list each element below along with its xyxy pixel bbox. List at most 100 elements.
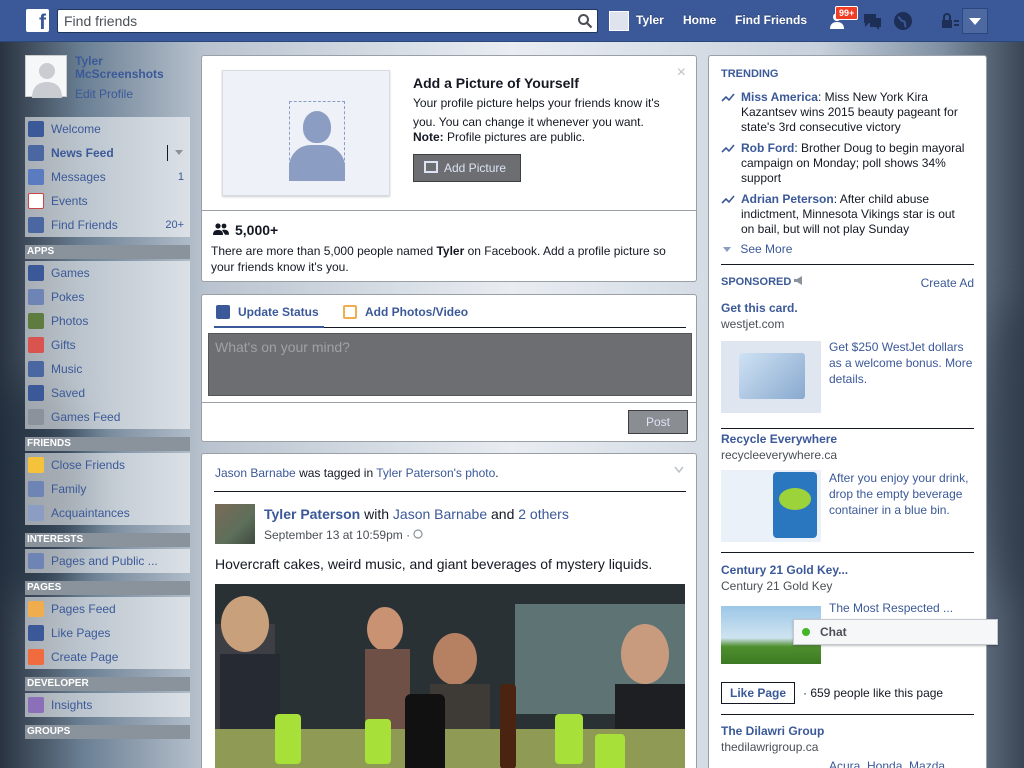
- ad-title[interactable]: Century 21 Gold Key...: [721, 563, 848, 577]
- tab-update-status[interactable]: Update Status: [216, 305, 319, 319]
- see-more-link[interactable]: See More: [723, 242, 792, 256]
- story-context: Jason Barnabe was tagged in Tyler Paters…: [215, 466, 499, 480]
- family-icon: [28, 481, 44, 497]
- photos-icon: [28, 313, 44, 329]
- author-link[interactable]: Tyler Paterson: [264, 506, 360, 522]
- active-tab-indicator: [214, 326, 324, 328]
- sidebar-item-music[interactable]: Music: [25, 357, 190, 381]
- trending-header: TRENDING: [721, 68, 779, 80]
- sidebar-item-pages-and-public[interactable]: Pages and Public ...: [25, 549, 190, 573]
- status-input[interactable]: [209, 334, 691, 395]
- sidebar-item-family[interactable]: Family: [25, 477, 190, 501]
- search-input[interactable]: [58, 10, 558, 32]
- camera-icon: [424, 161, 438, 173]
- friends-nav: Close Friends Family Acquaintances: [25, 453, 190, 525]
- timestamp-text[interactable]: September 13 at 10:59pm ·: [264, 528, 413, 542]
- sidebar-item-like-pages[interactable]: Like Pages: [25, 621, 190, 645]
- sidebar-item-photos[interactable]: Photos: [25, 309, 190, 333]
- sidebar-item-saved[interactable]: Saved: [25, 381, 190, 405]
- chevron-down-icon[interactable]: [674, 466, 684, 474]
- ad-text[interactable]: After you enjoy your drink, drop the emp…: [829, 470, 979, 518]
- acquaintances-icon: [28, 505, 44, 521]
- trending-item[interactable]: Miss America: Miss New York Kira Kazants…: [721, 90, 971, 135]
- add-picture-title: Add a Picture of Yourself: [413, 75, 579, 91]
- trending-topic[interactable]: Adrian Peterson: [741, 192, 834, 206]
- account-settings-button[interactable]: [962, 8, 988, 34]
- tab-add-photos-video[interactable]: Add Photos/Video: [343, 305, 468, 319]
- see-more-label: See More: [740, 242, 793, 256]
- ad-text[interactable]: Acura, Honda, Mazda: [829, 758, 979, 768]
- trending-arrow-icon: [721, 93, 735, 102]
- post-button[interactable]: Post: [628, 410, 688, 434]
- insights-icon: [28, 697, 44, 713]
- people-named-text: There are more than 5,000 people named T…: [211, 243, 681, 275]
- profile-picture[interactable]: [25, 55, 67, 98]
- divider: [721, 552, 974, 553]
- avatar[interactable]: [609, 11, 629, 31]
- divider: [202, 210, 696, 211]
- poke-icon: [28, 289, 44, 305]
- divider: [721, 714, 974, 715]
- sidebar-item-insights[interactable]: Insights: [25, 693, 190, 717]
- privacy-shortcuts-icon[interactable]: [938, 10, 960, 32]
- sidebar-item-news-feed[interactable]: News Feed: [25, 141, 190, 165]
- nav-profile-link[interactable]: Tyler: [636, 13, 664, 27]
- tagged-user-link[interactable]: Jason Barnabe: [215, 466, 296, 480]
- chevron-down-icon: [969, 18, 981, 25]
- sidebar-item-label: Pages and Public ...: [51, 554, 158, 568]
- ad-title[interactable]: Get this card.: [721, 301, 798, 315]
- sidebar-item-pages-feed[interactable]: Pages Feed: [25, 597, 190, 621]
- tab-label: Update Status: [238, 305, 319, 319]
- sidebar-item-welcome[interactable]: Welcome: [25, 117, 190, 141]
- trending-topic[interactable]: Miss America: [741, 90, 818, 104]
- trending-item[interactable]: Rob Ford: Brother Doug to begin mayoral …: [721, 141, 971, 186]
- section-header-developer: DEVELOPER: [25, 677, 190, 691]
- with-user-link[interactable]: Jason Barnabe: [393, 506, 487, 522]
- story-photo[interactable]: [215, 584, 685, 768]
- author-avatar[interactable]: [215, 504, 255, 544]
- others-link[interactable]: 2 others: [518, 506, 569, 522]
- add-picture-description: Your profile picture helps your friends …: [413, 96, 660, 129]
- nav-home-link[interactable]: Home: [683, 13, 716, 27]
- sidebar-item-gifts[interactable]: Gifts: [25, 333, 190, 357]
- ad-title[interactable]: Recycle Everywhere: [721, 432, 837, 446]
- notifications-globe-icon[interactable]: [892, 10, 914, 32]
- ad-image[interactable]: [721, 470, 821, 542]
- add-picture-button[interactable]: Add Picture: [413, 154, 521, 182]
- sidebar-item-pokes[interactable]: Pokes: [25, 285, 190, 309]
- search-icon[interactable]: [577, 13, 593, 29]
- edit-profile-link[interactable]: Edit Profile: [75, 87, 133, 101]
- messages-icon[interactable]: [861, 10, 883, 32]
- trending-item[interactable]: Adrian Peterson: After child abuse indic…: [721, 192, 971, 237]
- ad-text[interactable]: Get $250 WestJet dollars as a welcome bo…: [829, 339, 979, 387]
- sidebar-item-games[interactable]: Games: [25, 261, 190, 285]
- sidebar-item-messages[interactable]: Messages 1: [25, 165, 190, 189]
- party-photo-image: [215, 584, 685, 768]
- tab-label: Add Photos/Video: [365, 305, 469, 319]
- sidebar-item-events[interactable]: Events: [25, 189, 190, 213]
- sidebar-item-games-feed[interactable]: Games Feed: [25, 405, 190, 429]
- bookmark-icon: [28, 385, 44, 401]
- close-icon[interactable]: ×: [677, 64, 686, 82]
- sidebar-item-acquaintances[interactable]: Acquaintances: [25, 501, 190, 525]
- photo-owner-link[interactable]: Tyler Paterson's photo: [376, 466, 495, 480]
- like-page-button[interactable]: Like Page: [721, 682, 796, 704]
- chevron-down-icon[interactable]: [175, 150, 183, 156]
- create-ad-link[interactable]: Create Ad: [921, 276, 974, 290]
- sidebar-item-find-friends[interactable]: Find Friends 20+: [25, 213, 190, 237]
- chat-bar[interactable]: Chat: [793, 619, 998, 645]
- sidebar-item-create-page[interactable]: Create Page: [25, 645, 190, 669]
- nav-find-friends-link[interactable]: Find Friends: [735, 13, 807, 27]
- sidebar-item-label: Like Pages: [51, 626, 111, 640]
- sidebar-item-label: Welcome: [51, 122, 101, 136]
- trending-topic[interactable]: Rob Ford: [741, 141, 794, 155]
- ad-title[interactable]: The Dilawri Group: [721, 724, 824, 738]
- add-picture-button-label: Add Picture: [444, 161, 507, 175]
- profile-name[interactable]: Tyler McScreenshots: [75, 55, 190, 81]
- sidebar-item-label: Messages: [51, 170, 106, 184]
- ad-image[interactable]: [721, 341, 821, 413]
- star-icon: [28, 457, 44, 473]
- sidebar-item-close-friends[interactable]: Close Friends: [25, 453, 190, 477]
- section-header-friends: FRIENDS: [25, 437, 190, 451]
- facebook-logo-icon[interactable]: f: [26, 9, 49, 32]
